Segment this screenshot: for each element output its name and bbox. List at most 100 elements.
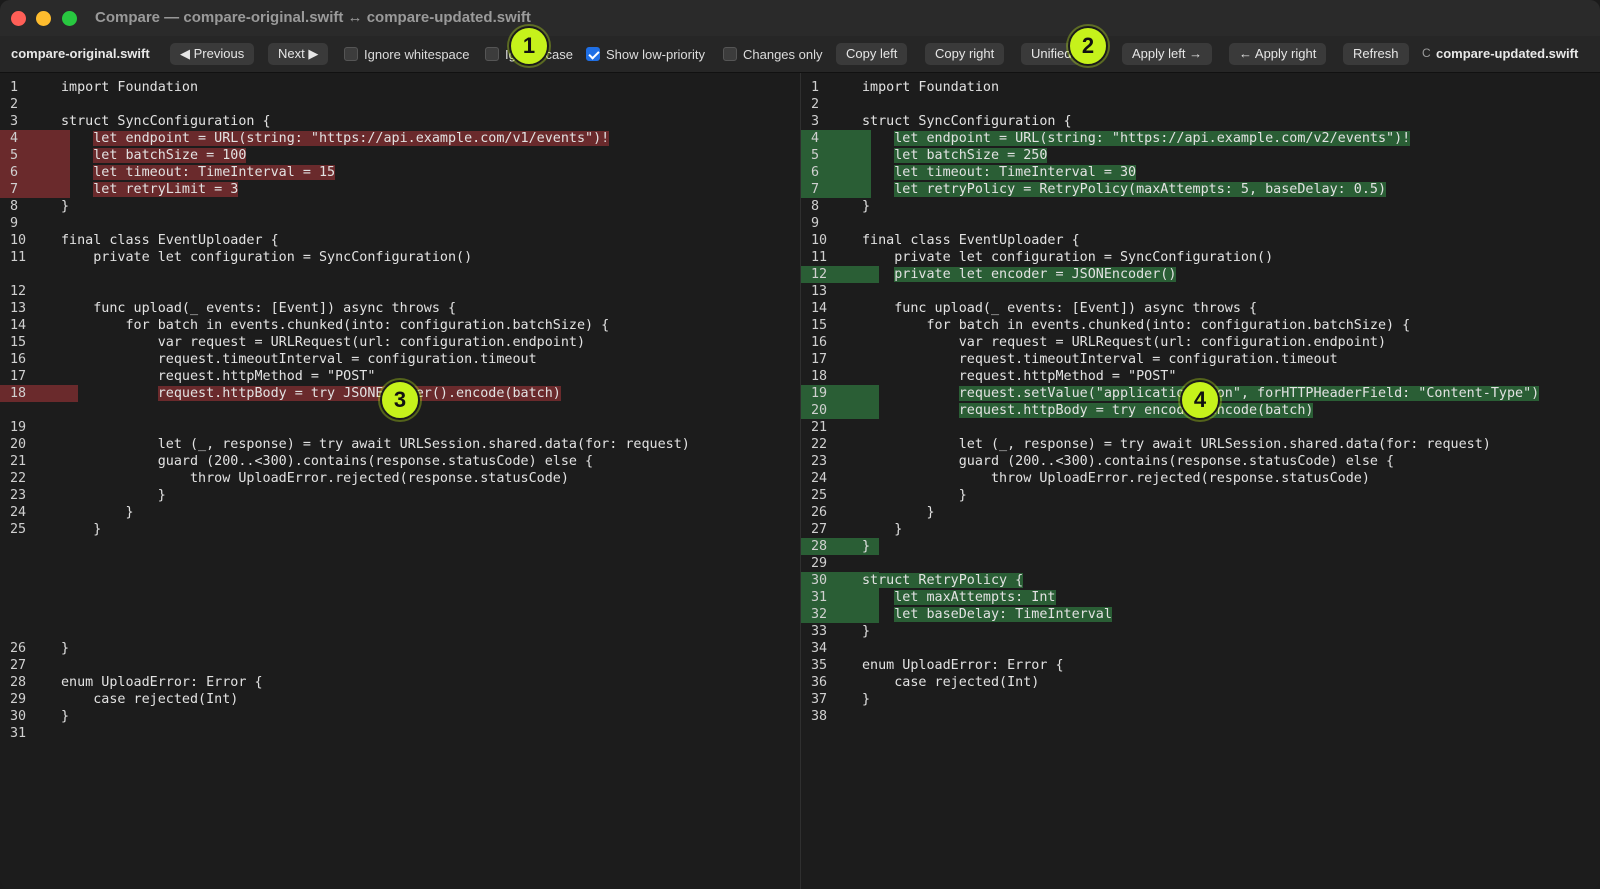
code-line[interactable]: 16 request.timeoutInterval = configurati…	[0, 351, 800, 368]
code-line[interactable]: 23 guard (200..<300).contains(response.s…	[801, 453, 1600, 470]
code-line[interactable]: 34	[801, 640, 1600, 657]
code-line[interactable]: 30}	[0, 708, 800, 725]
code-line[interactable]: 26 }	[801, 504, 1600, 521]
added-code-line[interactable]: 4 let endpoint = URL(string: "https://ap…	[801, 130, 1600, 147]
deleted-code-line[interactable]: 4 let endpoint = URL(string: "https://ap…	[0, 130, 800, 147]
code-line[interactable]: 1 import Foundation	[801, 79, 1600, 96]
code-line[interactable]: 38	[801, 708, 1600, 725]
copy-left-button[interactable]: Copy left	[836, 43, 908, 65]
code-line[interactable]: 22 throw UploadError.rejected(response.s…	[0, 470, 800, 487]
code-line[interactable]: 9	[0, 215, 800, 232]
next-button[interactable]: Next ▶	[268, 43, 329, 65]
deleted-code-line[interactable]: 5 let batchSize = 100	[0, 147, 800, 164]
code-line[interactable]: 15 for batch in events.chunked(into: con…	[801, 317, 1600, 334]
line-number: 25	[811, 488, 828, 503]
code-line[interactable]: 9	[801, 215, 1600, 232]
code-line[interactable]: 21 guard (200..<300).contains(response.s…	[0, 453, 800, 470]
code-line[interactable]: 16 var request = URLRequest(url: configu…	[801, 334, 1600, 351]
code-line[interactable]: 23 }	[0, 487, 800, 504]
code-line[interactable]: 29	[801, 555, 1600, 572]
line-number: 22	[10, 471, 27, 486]
code-line[interactable]: 12	[0, 283, 800, 300]
code-line[interactable]: 2	[0, 96, 800, 113]
code-line[interactable]: 25 }	[801, 487, 1600, 504]
code-text: request.timeoutInterval = configuration.…	[862, 352, 1338, 367]
copy-right-button[interactable]: Copy right	[925, 43, 1005, 65]
code-line[interactable]: 24 throw UploadError.rejected(response.s…	[801, 470, 1600, 487]
added-code-line[interactable]: 6 let timeout: TimeInterval = 30	[801, 164, 1600, 181]
code-line[interactable]: 13 func upload(_ events: [Event]) async …	[0, 300, 800, 317]
diff-gap-line[interactable]	[0, 572, 800, 589]
left-code-pane[interactable]: 1 import Foundation 2 3 struct SyncConfigura…	[0, 73, 801, 889]
show-low-priority-label: Show low-priority	[606, 47, 705, 62]
line-number: 37	[811, 692, 828, 707]
right-code-pane[interactable]: 1 import Foundation 2 3 struct SyncConfigura…	[801, 73, 1600, 889]
code-line[interactable]: 13	[801, 283, 1600, 300]
diff-gap-line[interactable]	[0, 266, 800, 283]
code-line[interactable]: 20 let (_, response) = try await URLSess…	[0, 436, 800, 453]
code-line[interactable]: 8}	[801, 198, 1600, 215]
diff-gap-line[interactable]	[0, 538, 800, 555]
line-number: 30	[10, 709, 27, 724]
code-line[interactable]: 14 for batch in events.chunked(into: con…	[0, 317, 800, 334]
code-line[interactable]: 11 private let configuration = SyncConfi…	[0, 249, 800, 266]
diff-gap-line[interactable]	[0, 606, 800, 623]
diff-gap-line[interactable]	[0, 589, 800, 606]
diff-gap-line[interactable]	[0, 555, 800, 572]
zoom-window-button[interactable]	[62, 11, 77, 26]
code-line[interactable]: 31	[0, 725, 800, 742]
line-number: 2	[811, 97, 820, 112]
code-text: var request = URLRequest(url: configurat…	[862, 335, 1387, 350]
code-line[interactable]: 33}	[801, 623, 1600, 640]
code-line[interactable]: 2	[801, 96, 1600, 113]
code-line[interactable]: 21	[801, 419, 1600, 436]
line-number: 24	[811, 471, 828, 486]
code-line[interactable]: 29 case rejected(Int)	[0, 691, 800, 708]
line-number: 21	[10, 454, 27, 469]
code-line[interactable]: 26}	[0, 640, 800, 657]
code-line[interactable]: 36 case rejected(Int)	[801, 674, 1600, 691]
deleted-code-line[interactable]: 7 let retryLimit = 3	[0, 181, 800, 198]
code-line[interactable]: 37}	[801, 691, 1600, 708]
added-code-line[interactable]: 5 let batchSize = 250	[801, 147, 1600, 164]
code-line[interactable]: 17 request.timeoutInterval = configurati…	[801, 351, 1600, 368]
deleted-code-line[interactable]: 6 let timeout: TimeInterval = 15	[0, 164, 800, 181]
code-line[interactable]: 8}	[0, 198, 800, 215]
apply-left-button[interactable]: Apply left →	[1122, 43, 1213, 65]
code-line[interactable]: 10 final class EventUploader {	[0, 232, 800, 249]
added-code-line[interactable]: 30 struct RetryPolicy {	[801, 572, 1600, 589]
code-text: }	[862, 624, 871, 639]
added-code-line[interactable]: 7 let retryPolicy = RetryPolicy(maxAttem…	[801, 181, 1600, 198]
minimize-window-button[interactable]	[36, 11, 51, 26]
added-code-line[interactable]: 12 private let encoder = JSONEncoder()	[801, 266, 1600, 283]
line-number: 21	[811, 420, 828, 435]
code-line[interactable]: 27 }	[801, 521, 1600, 538]
added-code-line[interactable]: 31 let maxAttempts: Int	[801, 589, 1600, 606]
apply-right-button[interactable]: ← Apply right	[1229, 43, 1327, 65]
code-line[interactable]: 22 let (_, response) = try await URLSess…	[801, 436, 1600, 453]
code-line[interactable]: 3 struct SyncConfiguration {	[0, 113, 800, 130]
code-line[interactable]: 1 import Foundation	[0, 79, 800, 96]
code-line[interactable]: 11 private let configuration = SyncConfi…	[801, 249, 1600, 266]
code-line[interactable]: 14 func upload(_ events: [Event]) async …	[801, 300, 1600, 317]
toolbar-overflow-indicator[interactable]: C	[1422, 46, 1431, 60]
code-line[interactable]: 27	[0, 657, 800, 674]
refresh-button[interactable]: Refresh	[1343, 43, 1409, 65]
code-line[interactable]: 19	[0, 419, 800, 436]
code-line[interactable]: 25 }	[0, 521, 800, 538]
close-window-button[interactable]	[11, 11, 26, 26]
code-line[interactable]: 24 }	[0, 504, 800, 521]
code-line[interactable]: 3 struct SyncConfiguration {	[801, 113, 1600, 130]
previous-button[interactable]: ◀ Previous	[170, 43, 255, 65]
added-code-line[interactable]: 28}	[801, 538, 1600, 555]
diff-gap-line[interactable]	[0, 623, 800, 640]
line-number: 13	[10, 301, 27, 316]
code-line[interactable]: 28 enum UploadError: Error {	[0, 674, 800, 691]
annotation-badge-3: 3	[380, 380, 420, 420]
code-line[interactable]: 15 var request = URLRequest(url: configu…	[0, 334, 800, 351]
added-code-line[interactable]: 32 let baseDelay: TimeInterval	[801, 606, 1600, 623]
code-text: throw UploadError.rejected(response.stat…	[862, 471, 1370, 486]
line-number: 23	[10, 488, 27, 503]
code-line[interactable]: 10 final class EventUploader {	[801, 232, 1600, 249]
code-line[interactable]: 35 enum UploadError: Error {	[801, 657, 1600, 674]
